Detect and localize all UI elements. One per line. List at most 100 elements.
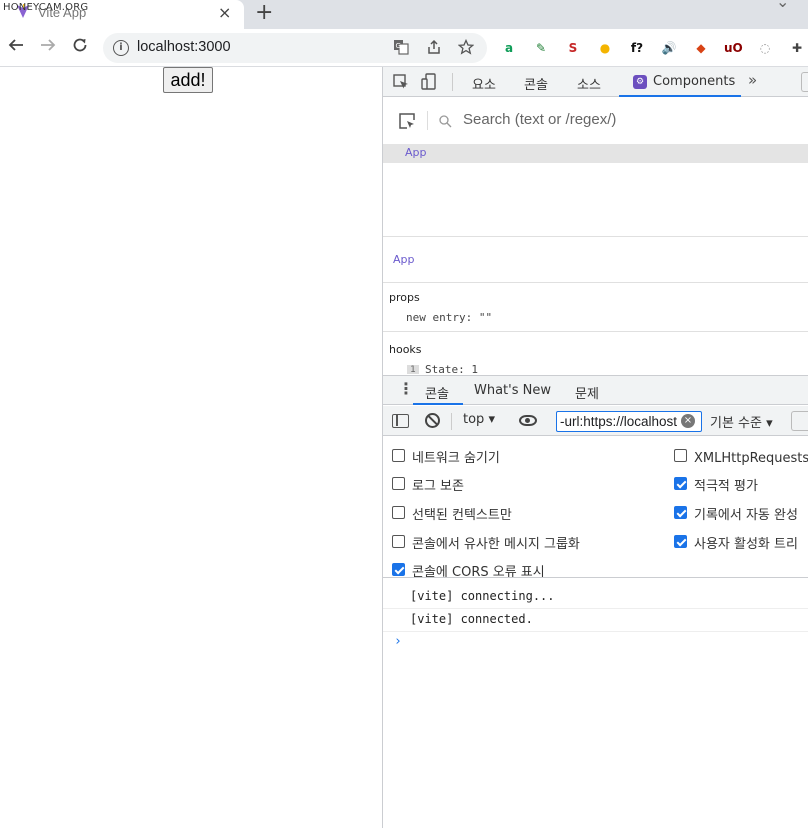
page-viewport: add! <box>0 67 382 828</box>
props-section-label[interactable]: props <box>389 291 420 304</box>
props-entry-key: new entry <box>406 311 466 324</box>
puzzle-extensions-icon[interactable]: ✚ <box>788 39 806 57</box>
browser-toolbar: i localhost:3000 G a ✎ S ● f? 🔊 ◆ uO ◌ ✚ <box>0 29 808 67</box>
devtools-tab-bar: 요소 콘솔 소스 ⚙ Components » <box>383 67 808 97</box>
tab-console[interactable]: 콘솔 <box>524 74 548 93</box>
svg-text:G: G <box>396 42 401 50</box>
console-toolbar: top ▾ -url:https://localhost × 기본 수준 ▾ <box>383 406 808 436</box>
tab-sources[interactable]: 소스 <box>577 74 601 93</box>
drawer-tab-whats-new[interactable]: What's New <box>474 383 551 398</box>
settings-divider <box>383 577 808 578</box>
url-text[interactable]: localhost:3000 <box>137 39 231 55</box>
filter-clear-icon[interactable]: × <box>681 414 695 428</box>
translate-icon[interactable]: G <box>393 39 409 59</box>
selected-context-checkbox[interactable] <box>392 506 405 519</box>
components-search-bar: Search (text or /regex/) <box>383 98 808 143</box>
forward-arrow-icon[interactable] <box>40 37 56 58</box>
devtools-settings-button[interactable] <box>801 72 808 92</box>
log-level-selector[interactable]: 기본 수준 ▾ <box>710 412 773 431</box>
component-tree-app: App <box>405 146 427 159</box>
more-tabs-chevron-icon[interactable]: » <box>748 71 757 89</box>
devtools-panel: 요소 콘솔 소스 ⚙ Components » Search (text or … <box>382 67 808 828</box>
site-info-icon[interactable]: i <box>113 40 129 56</box>
autocomplete-history-label: 기록에서 자동 완성 <box>694 508 798 523</box>
props-entry[interactable]: new entry: "" <box>406 311 492 324</box>
back-arrow-icon[interactable] <box>8 37 24 58</box>
autocomplete-history-checkbox[interactable] <box>674 506 687 519</box>
drawer-tab-console-label: 콘솔 <box>425 387 449 402</box>
preserve-log-label: 로그 보존 <box>412 479 464 494</box>
user-activation-checkbox[interactable] <box>674 535 687 548</box>
address-bar[interactable]: i localhost:3000 G <box>103 33 487 63</box>
log-level-value: 기본 수준 <box>710 416 762 431</box>
console-log-line: [vite] connecting... <box>410 589 555 603</box>
divider <box>383 236 808 237</box>
select-component-icon[interactable] <box>398 112 416 134</box>
console-drawer: ⋮ 콘솔 What's New 문제 top ▾ -url:https://lo… <box>383 375 808 828</box>
log-xhr-label: XMLHttpRequests 로 <box>694 451 808 466</box>
amazon-assistant-icon[interactable]: a <box>500 39 518 57</box>
speaker-icon[interactable]: 🔊 <box>660 39 678 57</box>
tab-search-chevron-icon[interactable]: ⌄ <box>776 0 789 11</box>
user-activation-label: 사용자 활성화 트리 <box>694 537 798 552</box>
group-similar-checkbox[interactable] <box>392 535 405 548</box>
live-expression-eye-icon[interactable] <box>519 415 537 426</box>
component-tree-row[interactable]: App <box>383 144 808 163</box>
context-value: top <box>463 412 485 427</box>
hooks-state-entry[interactable]: State: 1 <box>425 364 505 374</box>
drawer-menu-icon[interactable]: ⋮ <box>398 380 414 398</box>
divider <box>383 282 808 283</box>
new-tab-button[interactable]: + <box>255 1 273 25</box>
tab-components-label: Components <box>653 74 736 89</box>
font-identifier-icon[interactable]: f? <box>628 39 646 57</box>
log-xhr-checkbox[interactable] <box>674 449 687 462</box>
watermark: HONEYCAM.ORG <box>3 2 89 13</box>
drawer-tab-issues[interactable]: 문제 <box>575 383 599 402</box>
divider <box>383 331 808 332</box>
preserve-log-checkbox[interactable] <box>392 477 405 490</box>
tab-components[interactable]: ⚙ Components <box>619 67 741 97</box>
console-prompt[interactable]: › <box>394 634 402 649</box>
log-divider <box>383 608 808 609</box>
device-toggle-icon[interactable] <box>421 73 439 95</box>
context-selector[interactable]: top ▾ <box>463 412 495 427</box>
eager-evaluation-checkbox[interactable] <box>674 477 687 490</box>
show-cors-errors-checkbox[interactable] <box>392 563 405 576</box>
tab-close-icon[interactable]: × <box>218 3 231 22</box>
toolbar-divider <box>451 413 452 430</box>
inspected-component-name: App <box>393 253 415 266</box>
console-settings-button[interactable] <box>791 411 808 431</box>
tab-elements[interactable]: 요소 <box>472 74 496 93</box>
bookmark-star-icon[interactable] <box>457 38 475 59</box>
clear-console-icon[interactable] <box>425 413 440 428</box>
hide-network-label: 네트워크 숨기기 <box>412 451 500 466</box>
search-icon <box>439 113 452 132</box>
share-icon[interactable] <box>426 39 442 59</box>
hide-network-checkbox[interactable] <box>392 449 405 462</box>
group-similar-label: 콘솔에서 유사한 메시지 그룹화 <box>412 537 580 552</box>
hooks-index-badge: 1 <box>407 365 419 374</box>
drawer-tab-console[interactable]: 콘솔 <box>413 376 463 405</box>
fox-extension-icon[interactable]: ◆ <box>692 39 710 57</box>
search-divider <box>427 111 428 130</box>
inspect-element-icon[interactable] <box>393 74 409 94</box>
vue-devtools-logo-icon: ⚙ <box>633 75 647 89</box>
add-button[interactable]: add! <box>163 67 213 93</box>
log-divider <box>383 631 808 632</box>
drawer-tab-bar: ⋮ 콘솔 What's New 문제 <box>383 376 808 405</box>
circle-extension-icon[interactable]: ◌ <box>756 39 774 57</box>
hooks-section-label[interactable]: hooks <box>389 343 422 356</box>
eager-evaluation-label: 적극적 평가 <box>694 479 758 494</box>
eyedropper-icon[interactable]: ✎ <box>532 39 550 57</box>
toolbar-divider <box>452 73 453 91</box>
ublock-origin-icon[interactable]: uO <box>724 39 743 57</box>
component-search-input[interactable]: Search (text or /regex/) <box>463 111 616 128</box>
console-sidebar-toggle-icon[interactable] <box>392 414 409 428</box>
console-log-line: [vite] connected. <box>410 612 533 626</box>
s-extension-icon[interactable]: S <box>564 39 582 57</box>
tab-strip: Vite App × HONEYCAM.ORG + ⌄ <box>0 0 808 29</box>
fruit-extension-icon[interactable]: ● <box>596 39 614 57</box>
props-entry-value: "" <box>478 311 493 324</box>
selected-context-label: 선택된 컨텍스트만 <box>412 508 512 523</box>
reload-icon[interactable] <box>72 37 88 58</box>
